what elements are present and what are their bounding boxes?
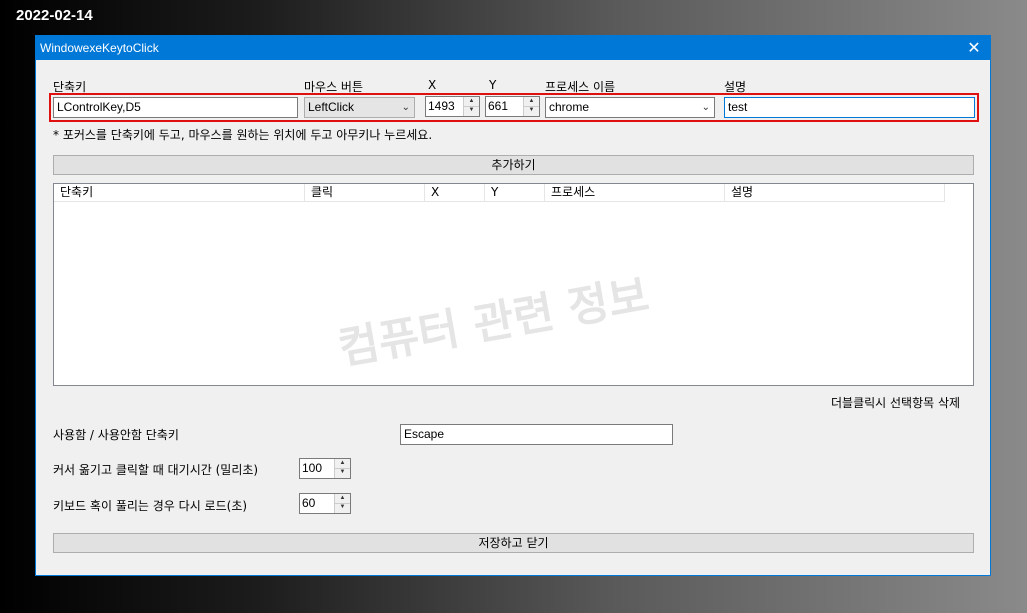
delay-spinner[interactable]: 100 ▲ ▼: [299, 458, 351, 479]
process-select[interactable]: chrome ⌄: [545, 97, 715, 118]
hotkey-input[interactable]: LControlKey,D5: [53, 97, 298, 118]
y-spinner[interactable]: 661 ▲ ▼: [485, 96, 540, 117]
delete-hint-text: 더블클릭시 선택항목 삭제: [831, 396, 961, 410]
chevron-down-icon[interactable]: ⌄: [702, 98, 710, 117]
column-header-description[interactable]: 설명: [725, 184, 945, 201]
chevron-down-icon[interactable]: ⌄: [402, 98, 410, 117]
hint-text: * 포커스를 단축키에 두고, 마우스를 원하는 위치에 두고 아무키나 누르세…: [53, 128, 433, 142]
close-icon[interactable]: ✕: [958, 36, 990, 60]
delay-down-arrow-icon[interactable]: ▼: [335, 468, 350, 477]
delay-spinner-value: 100: [302, 461, 323, 475]
column-header-click[interactable]: 클릭: [305, 184, 425, 201]
column-header-process[interactable]: 프로세스: [545, 184, 725, 201]
toggle-hotkey-input[interactable]: Escape: [400, 424, 673, 445]
delay-label: 커서 옮기고 클릭할 때 대기시간 (밀리초): [53, 463, 259, 477]
x-down-arrow-icon[interactable]: ▼: [464, 106, 479, 115]
add-button[interactable]: 추가하기: [53, 155, 974, 175]
y-label: Y: [489, 78, 497, 92]
column-header-x[interactable]: X: [425, 184, 485, 201]
x-spinner-value: 1493: [428, 99, 455, 113]
reload-spinner[interactable]: 60 ▲ ▼: [299, 493, 351, 514]
reload-down-arrow-icon[interactable]: ▼: [335, 503, 350, 512]
window-title: WindowexeKeytoClick: [40, 41, 159, 55]
y-spinner-value: 661: [488, 99, 509, 113]
mouse-button-select-value: LeftClick: [308, 100, 355, 114]
description-input[interactable]: test: [724, 97, 975, 118]
x-spinner[interactable]: 1493 ▲ ▼: [425, 96, 480, 117]
desktop-date: 2022-02-14: [16, 7, 93, 24]
mouse-button-select[interactable]: LeftClick ⌄: [304, 97, 415, 118]
reload-label: 키보드 혹이 풀리는 경우 다시 로드(초): [53, 499, 248, 513]
title-bar[interactable]: WindowexeKeytoClick ✕: [36, 36, 990, 60]
toggle-hotkey-label: 사용함 / 사용안함 단축키: [53, 428, 179, 442]
list-header: 단축키 클릭 X Y 프로세스 설명: [54, 184, 945, 202]
x-label: X: [428, 78, 437, 92]
column-header-y[interactable]: Y: [485, 184, 545, 201]
process-select-value: chrome: [549, 100, 590, 114]
reload-spinner-value: 60: [302, 496, 316, 510]
app-window: WindowexeKeytoClick ✕ 단축키 마우스 버튼 X Y 프로세…: [35, 35, 991, 576]
y-down-arrow-icon[interactable]: ▼: [524, 106, 539, 115]
column-header-hotkey[interactable]: 단축키: [54, 184, 305, 201]
save-and-close-button[interactable]: 저장하고 닫기: [53, 533, 974, 553]
